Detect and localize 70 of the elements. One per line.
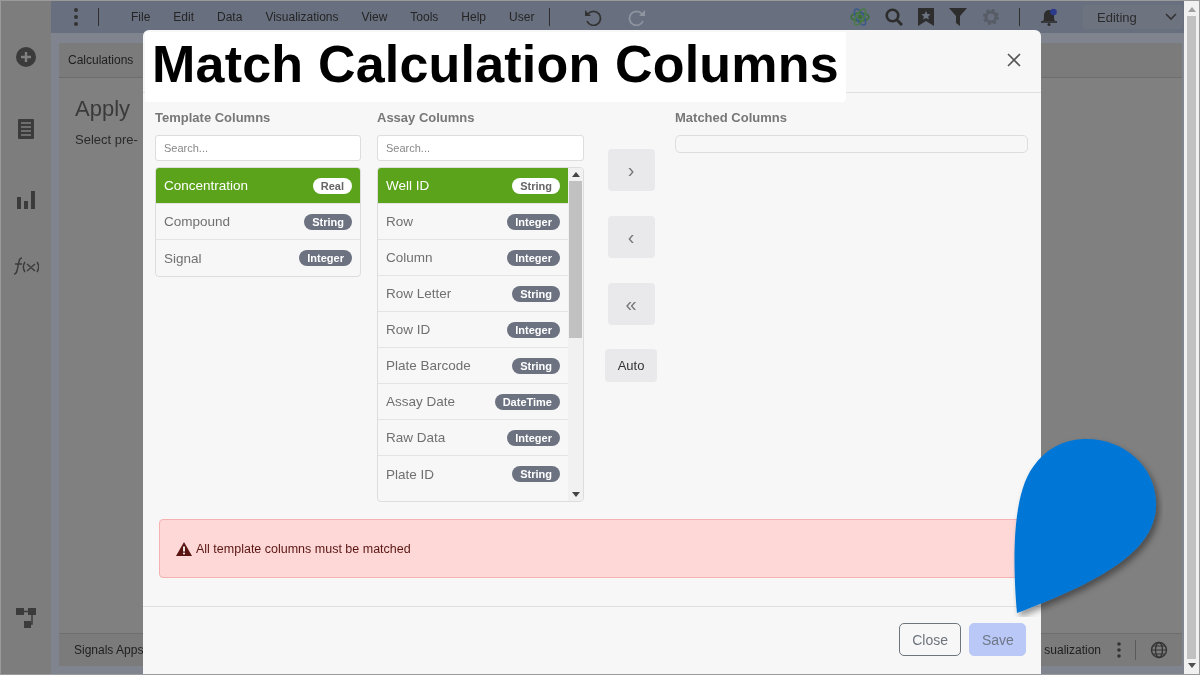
list-item[interactable]: Raw Data Integer bbox=[378, 420, 568, 456]
column-heading: Matched Columns bbox=[675, 110, 788, 125]
list-item[interactable]: Row Integer bbox=[378, 204, 568, 240]
bookmark-star-icon[interactable] bbox=[918, 8, 934, 26]
column-heading: Template Columns bbox=[155, 110, 272, 125]
search-field[interactable]: Search... bbox=[377, 135, 584, 161]
type-tag: Integer bbox=[507, 249, 560, 266]
bar-chart-icon[interactable] bbox=[17, 191, 35, 209]
scroll-up-icon[interactable] bbox=[571, 172, 580, 177]
footer-label[interactable]: Signals Apps bbox=[74, 643, 144, 657]
list-item[interactable]: Row ID Integer bbox=[378, 312, 568, 348]
type-tag: String bbox=[304, 213, 352, 230]
type-tag: Integer bbox=[507, 429, 560, 446]
chevron-down-icon bbox=[1165, 13, 1177, 21]
type-tag: Integer bbox=[507, 213, 560, 230]
type-tag: DateTime bbox=[494, 393, 560, 410]
menu-item[interactable]: User bbox=[509, 10, 535, 24]
list-icon[interactable] bbox=[18, 119, 34, 139]
menu-item[interactable]: Help bbox=[461, 10, 487, 24]
add-icon[interactable] bbox=[16, 47, 36, 67]
function-icon[interactable] bbox=[13, 257, 39, 275]
scroll-down-icon[interactable] bbox=[571, 492, 580, 497]
list-item[interactable]: Assay Date DateTime bbox=[378, 384, 568, 420]
list-item[interactable]: Row Letter String bbox=[378, 276, 568, 312]
undo-icon[interactable] bbox=[584, 8, 603, 26]
panel-text: Select pre- bbox=[75, 132, 138, 147]
menu-item[interactable]: View bbox=[361, 10, 388, 24]
warning-icon bbox=[176, 541, 192, 556]
move-button[interactable]: « bbox=[607, 283, 655, 325]
notification-bell-icon[interactable] bbox=[1040, 8, 1058, 26]
list-item[interactable]: Signal Integer bbox=[156, 240, 360, 276]
close-icon bbox=[1007, 53, 1021, 67]
move-button[interactable]: › bbox=[607, 149, 655, 191]
filter-icon[interactable] bbox=[949, 8, 967, 26]
menu-item[interactable]: Edit bbox=[173, 10, 195, 24]
type-tag: Integer bbox=[507, 321, 560, 338]
menu-item[interactable]: File bbox=[131, 10, 151, 24]
visualization-label[interactable]: sualization bbox=[1044, 643, 1101, 657]
tab[interactable]: Calculations bbox=[68, 53, 134, 67]
move-button[interactable]: ‹ bbox=[607, 216, 655, 258]
list-item[interactable]: Plate ID String bbox=[378, 456, 568, 492]
type-tag: Integer bbox=[299, 250, 352, 266]
list-item[interactable]: Well ID String bbox=[378, 168, 568, 204]
hierarchy-icon[interactable] bbox=[16, 608, 36, 628]
scrollbar[interactable] bbox=[1184, 1, 1199, 674]
list-item[interactable]: Plate Barcode String bbox=[378, 348, 568, 384]
menu-item[interactable]: Tools bbox=[410, 10, 439, 24]
list-scrollbar[interactable] bbox=[568, 168, 583, 501]
list-item[interactable]: Compound String bbox=[156, 204, 360, 240]
type-tag: String bbox=[512, 285, 560, 302]
panel-title: Apply bbox=[75, 96, 131, 122]
auto-button[interactable]: Auto bbox=[605, 349, 657, 382]
type-tag: String bbox=[512, 177, 560, 194]
globe-icon[interactable] bbox=[1150, 641, 1168, 659]
search-icon[interactable] bbox=[885, 8, 903, 26]
menu-item[interactable]: Visualizations bbox=[265, 10, 339, 24]
alert-message: All template columns must be matched bbox=[196, 541, 411, 556]
mode-dropdown[interactable]: Editing bbox=[1083, 5, 1183, 29]
menu-item[interactable]: Data bbox=[217, 10, 243, 24]
close-button[interactable]: Close bbox=[899, 623, 961, 656]
type-tag: String bbox=[512, 466, 560, 482]
search-field[interactable]: Search... bbox=[155, 135, 361, 161]
list-item[interactable]: Concentration Real bbox=[156, 168, 360, 204]
kebab-menu-icon[interactable] bbox=[1117, 642, 1121, 658]
kebab-menu-icon[interactable] bbox=[74, 8, 78, 26]
list-item[interactable]: Column Integer bbox=[378, 240, 568, 276]
column-heading: Assay Columns bbox=[377, 110, 476, 125]
type-tag: String bbox=[512, 357, 560, 374]
dialog-title: Match Calculation Columns bbox=[145, 32, 846, 102]
type-tag: Real bbox=[312, 177, 352, 194]
